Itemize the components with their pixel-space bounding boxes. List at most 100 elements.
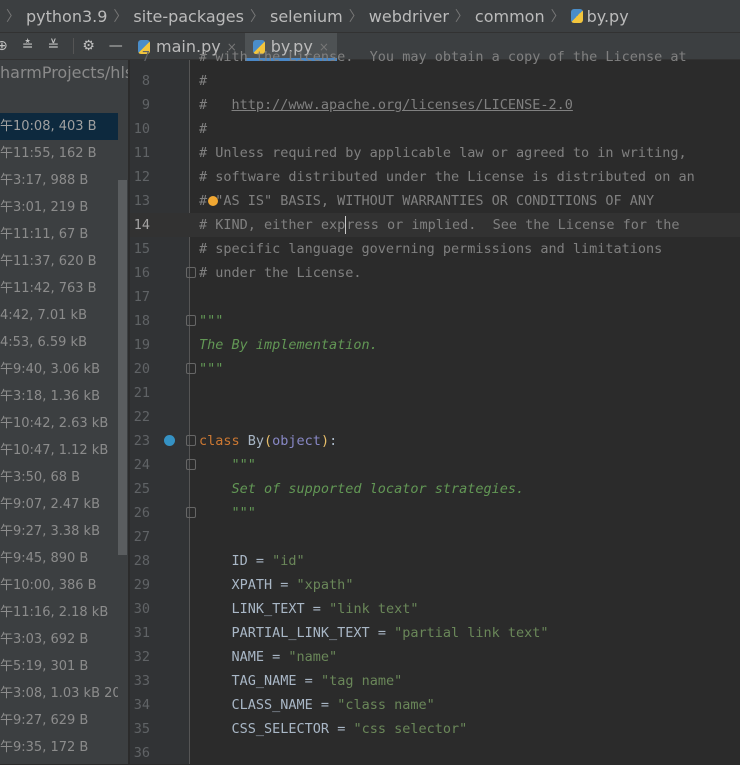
project-path: harmProjects/hls_: [0, 63, 128, 82]
scrollbar[interactable]: [118, 180, 127, 555]
file-row[interactable]: 午11:37, 620 B: [0, 248, 118, 275]
file-row[interactable]: 午9:45, 890 B: [0, 545, 118, 572]
line-number: 27: [133, 529, 150, 545]
code-line[interactable]: 33 TAG_NAME = "tag name": [130, 669, 740, 693]
line-number: 31: [133, 625, 150, 641]
code-line[interactable]: 31 PARTIAL_LINK_TEXT = "partial link tex…: [130, 621, 740, 645]
code-token: =: [312, 697, 338, 713]
code-token: # Unless required by applicable law or a…: [199, 145, 687, 161]
chevron-icon: 〉: [550, 9, 565, 25]
code-line[interactable]: 35 CSS_SELECTOR = "css selector": [130, 717, 740, 741]
minimize-icon[interactable]: —: [109, 38, 123, 54]
file-row[interactable]: 午3:18, 1.36 kB: [0, 383, 118, 410]
code-line[interactable]: 15 # specific language governing permissi…: [130, 237, 740, 261]
code-line[interactable]: 13 # "AS IS" BASIS, WITHOUT WARRANTIES OR…: [130, 189, 740, 213]
file-row[interactable]: 午3:17, 988 B: [0, 167, 118, 194]
crumb-python[interactable]: python3.9: [26, 7, 107, 26]
code-line[interactable]: 30 LINK_TEXT = "link text": [130, 597, 740, 621]
fold-icon[interactable]: [186, 363, 196, 374]
file-row[interactable]: 午9:27, 3.38 kB: [0, 518, 118, 545]
code-line[interactable]: 29 XPATH = "xpath": [130, 573, 740, 597]
fold-icon[interactable]: [186, 459, 196, 470]
file-row[interactable]: 午11:55, 162 B: [0, 140, 118, 167]
code-token: class: [199, 433, 240, 449]
code-line[interactable]: 32 NAME = "name": [130, 645, 740, 669]
code-token: =: [264, 649, 289, 665]
code-line[interactable]: 18 """: [130, 309, 740, 333]
code-line[interactable]: 14 # KIND, either express or implied. See…: [130, 213, 740, 237]
file-row[interactable]: 午9:35, 172 B: [0, 734, 118, 761]
file-row[interactable]: 午3:03, 692 B: [0, 626, 118, 653]
code-line[interactable]: 17: [130, 285, 740, 309]
file-row[interactable]: 午11:11, 67 B: [0, 221, 118, 248]
crosshair-icon[interactable]: ⊕: [0, 38, 8, 54]
line-number: 25: [133, 481, 150, 497]
code-line[interactable]: 26 """: [130, 501, 740, 525]
crumb-common[interactable]: common: [475, 7, 545, 26]
collapse-all-icon[interactable]: ≚: [47, 38, 59, 54]
code-line[interactable]: 11 # Unless required by applicable law or…: [130, 141, 740, 165]
file-row[interactable]: 午9:07, 2.47 kB: [0, 491, 118, 518]
line-number: 17: [133, 289, 150, 305]
code-token: #: [199, 121, 208, 137]
line-number: 8: [141, 73, 150, 89]
code-line[interactable]: 22: [130, 405, 740, 429]
code-line[interactable]: 8 #: [130, 69, 740, 93]
line-number: 15: [133, 241, 150, 257]
code-token: =: [247, 553, 273, 569]
fold-icon[interactable]: [186, 507, 196, 518]
file-row[interactable]: 午3:08, 1.03 kB 2022/9/: [0, 680, 118, 707]
gear-icon[interactable]: ⚙: [73, 38, 95, 54]
code-line[interactable]: 16 # under the License.: [130, 261, 740, 285]
breadcrumb: 〉 python3.9 〉 site-packages 〉 selenium 〉 we…: [0, 0, 740, 33]
code-token: CLASS_NAME: [231, 697, 313, 713]
code-token: NAME: [231, 649, 265, 665]
code-token: =: [369, 625, 395, 641]
line-number: 30: [133, 601, 150, 617]
code-line[interactable]: 36: [130, 741, 740, 765]
code-line[interactable]: 10 #: [130, 117, 740, 141]
code-line[interactable]: 12 # software distributed under the Licen…: [130, 165, 740, 189]
code-line[interactable]: 23 class By(object):: [130, 429, 740, 453]
file-row[interactable]: 午10:42, 2.63 kB: [0, 410, 118, 437]
line-number: 33: [133, 673, 150, 689]
file-row[interactable]: 午11:42, 763 B: [0, 275, 118, 302]
file-row[interactable]: 午11:16, 2.18 kB: [0, 599, 118, 626]
file-row[interactable]: 午5:19, 301 B: [0, 653, 118, 680]
file-row[interactable]: 午9:27, 629 B: [0, 707, 118, 734]
line-number: 18: [133, 313, 150, 329]
code-token: "tag name": [320, 673, 403, 689]
file-row[interactable]: 午10:47, 1.12 kB: [0, 437, 118, 464]
expand-all-icon[interactable]: ≛: [22, 38, 34, 54]
crumb-by-py[interactable]: by.py: [587, 7, 629, 26]
file-row[interactable]: 午10:08, 403 B: [0, 113, 118, 140]
file-row[interactable]: 4:53, 6.59 kB: [0, 329, 118, 356]
crumb-webdriver[interactable]: webdriver: [369, 7, 449, 26]
code-line[interactable]: 20 """: [130, 357, 740, 381]
code-line[interactable]: 7 # with the License. You may obtain a co…: [130, 45, 740, 69]
code-token: http://www.apache.org/licenses/LICENSE-2…: [231, 97, 573, 113]
crumb-site-packages[interactable]: site-packages: [133, 7, 244, 26]
file-row[interactable]: 午3:01, 219 B: [0, 194, 118, 221]
crumb-selenium[interactable]: selenium: [270, 7, 343, 26]
file-row[interactable]: 4:42, 7.01 kB: [0, 302, 118, 329]
code-line[interactable]: 27: [130, 525, 740, 549]
line-number: 11: [133, 145, 150, 161]
code-line[interactable]: 25 Set of supported locator strategies.: [130, 477, 740, 501]
code-line[interactable]: 28 ID = "id": [130, 549, 740, 573]
overridden-icon[interactable]: [164, 435, 175, 446]
file-row[interactable]: 午3:50, 68 B: [0, 464, 118, 491]
code-line[interactable]: 34 CLASS_NAME = "class name": [130, 693, 740, 717]
fold-icon[interactable]: [186, 315, 196, 326]
code-token: # specific language governing permission…: [199, 241, 663, 257]
line-number: 22: [133, 409, 150, 425]
file-row[interactable]: 午9:40, 3.06 kB: [0, 356, 118, 383]
file-row[interactable]: 午10:00, 386 B: [0, 572, 118, 599]
code-line[interactable]: 21: [130, 381, 740, 405]
fold-icon[interactable]: [186, 267, 196, 278]
fold-icon[interactable]: [186, 435, 196, 446]
code-line[interactable]: 9 # http://www.apache.org/licenses/LICENS…: [130, 93, 740, 117]
code-line[interactable]: 19 The By implementation.: [130, 333, 740, 357]
code-line[interactable]: 24 """: [130, 453, 740, 477]
code-token: """: [199, 361, 224, 377]
